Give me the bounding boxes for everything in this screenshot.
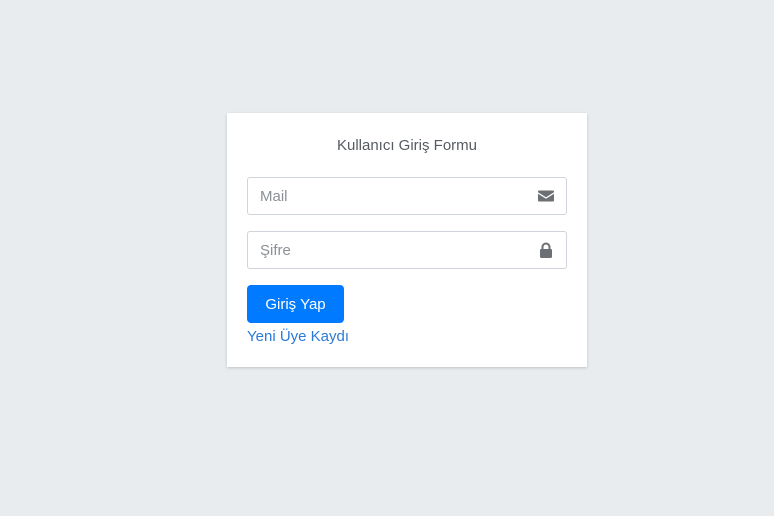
form-title: Kullanıcı Giriş Formu [336,137,478,154]
mail-field-group [247,177,567,215]
login-button[interactable]: Giriş Yap [247,285,344,323]
lock-icon [538,242,554,258]
envelope-icon [538,188,554,204]
login-card: Kullanıcı Giriş Formu Giriş Yap Yeni Üye… [227,113,587,367]
register-link[interactable]: Yeni Üye Kaydı [247,328,349,346]
password-field-group [247,231,567,269]
mail-input[interactable] [248,178,530,214]
password-input[interactable] [248,232,530,268]
